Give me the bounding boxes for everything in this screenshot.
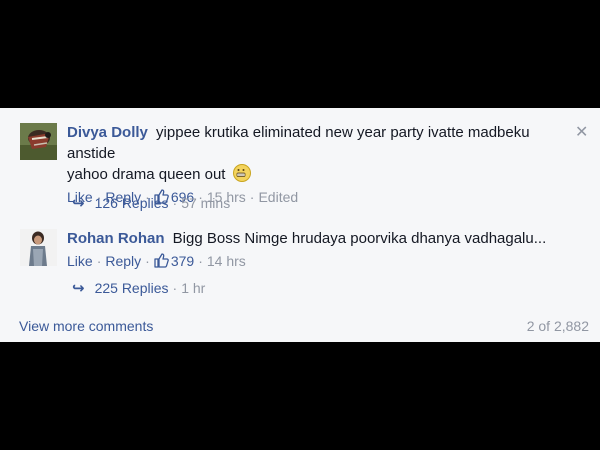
comment-time[interactable]: 14 hrs xyxy=(207,253,246,269)
like-count[interactable]: 379 xyxy=(171,253,194,269)
comments-footer: View more comments 2 of 2,882 xyxy=(19,318,589,334)
replies-count[interactable]: 126 Replies xyxy=(95,195,169,211)
comment: Rohan Rohan Bigg Boss Nimge hrudaya poor… xyxy=(67,228,577,273)
like-link[interactable]: Like xyxy=(67,253,93,269)
comment-count: 2 of 2,882 xyxy=(526,318,589,334)
comment-text: Bigg Boss Nimge hrudaya poorvika dhanya … xyxy=(172,230,547,247)
replies-time: 57 mins xyxy=(181,195,231,211)
replies-time: 1 hr xyxy=(181,280,206,296)
thumbs-up-icon[interactable] xyxy=(154,253,169,273)
close-icon[interactable]: ✕ xyxy=(575,122,588,142)
avatar[interactable] xyxy=(20,229,57,266)
grimace-emoji-icon xyxy=(232,164,251,182)
replies-link[interactable]: ↪ 126 Replies · 57 mins xyxy=(72,194,230,212)
comment-text-continued: yahoo drama queen out xyxy=(67,166,226,183)
comment-author[interactable]: Rohan Rohan xyxy=(67,230,165,247)
comment-author[interactable]: Divya Dolly xyxy=(67,124,148,141)
reply-link[interactable]: Reply xyxy=(105,253,141,269)
replies-link[interactable]: ↪ 225 Replies · 1 hr xyxy=(72,279,205,297)
view-more-comments-link[interactable]: View more comments xyxy=(19,318,153,334)
replies-count[interactable]: 225 Replies xyxy=(95,280,169,296)
edited-label[interactable]: Edited xyxy=(258,189,298,205)
comment-actions: Like · Reply · 379 · 14 hrs xyxy=(67,252,577,273)
reply-arrow-icon: ↪ xyxy=(72,195,85,212)
reply-arrow-icon: ↪ xyxy=(72,280,85,297)
avatar[interactable] xyxy=(20,123,57,160)
